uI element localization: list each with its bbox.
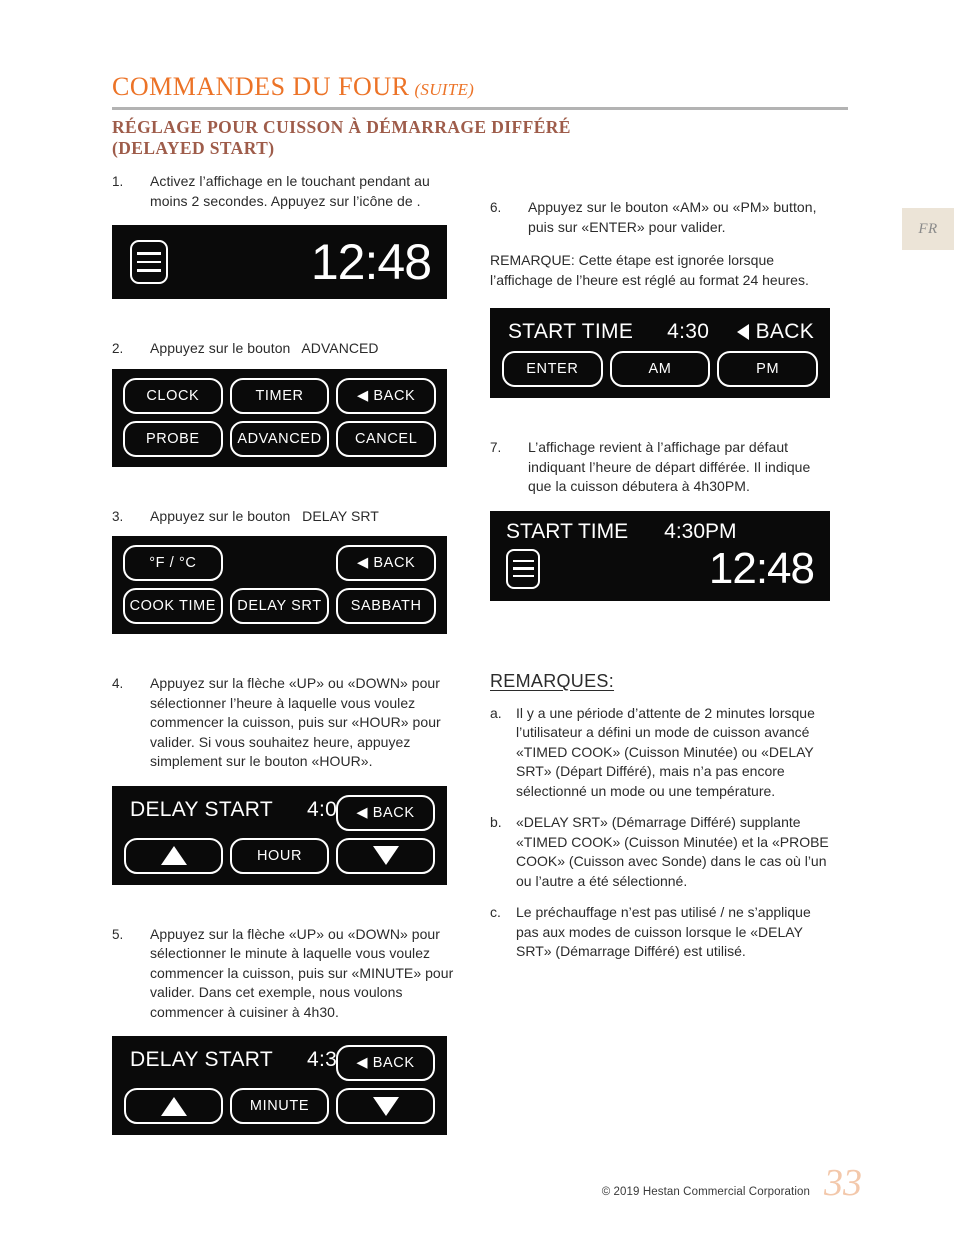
main-menu-button-grid: CLOCK TIMER ◀ BACK PROBE ADVANCED CANCEL — [123, 377, 436, 457]
button-timer[interactable]: TIMER — [229, 377, 330, 414]
arrow-down-icon — [372, 1096, 399, 1116]
remarque-letter: b. — [490, 814, 502, 830]
arrow-up-icon — [160, 1096, 187, 1116]
step-6-number: 6. — [490, 200, 502, 215]
page-title-suffix: (SUITE) — [414, 80, 475, 99]
final-start-time-value: 4:30PM — [664, 519, 737, 543]
language-tab-label: FR — [918, 220, 938, 237]
remarque-text: Le préchauffage n’est pas utilisé / ne s… — [516, 904, 811, 959]
step-1-number: 1. — [112, 174, 124, 189]
step-2: 2. Appuyez sur le bouton ADVANCED — [112, 339, 457, 359]
page-header: COMMANDES DU FOUR (SUITE) — [112, 72, 848, 110]
copyright-text: © 2019 Hestan Commercial Corporation — [601, 1186, 810, 1198]
button-cancel[interactable]: CANCEL — [336, 420, 436, 457]
button-probe[interactable]: PROBE — [123, 420, 223, 457]
step-1-text: Activez l’affichage en le touchant penda… — [150, 173, 430, 209]
step-4: 4. Appuyez sur la flèche «UP» ou «DOWN» … — [112, 674, 457, 772]
button-arrow-down[interactable] — [336, 1088, 435, 1124]
step-4-text: Appuyez sur la flèche «UP» ou «DOWN» pou… — [150, 675, 441, 769]
arrow-down-icon — [372, 846, 399, 865]
button-am[interactable]: AM — [609, 351, 711, 387]
display-delay-start-hour: DELAY START 4:00 ◀ BACK HOUR — [112, 785, 447, 885]
step-7-text: L’affichage revient à l’affichage par dé… — [528, 439, 811, 494]
clock-time: 12:48 — [708, 543, 815, 593]
button-clock[interactable]: CLOCK — [123, 377, 223, 414]
start-time-value: 4:30 — [667, 320, 710, 343]
display-main-menu: CLOCK TIMER ◀ BACK PROBE ADVANCED CANCEL — [112, 368, 447, 467]
button-advanced[interactable]: ADVANCED — [229, 420, 330, 457]
display-advanced-menu: °F / °C ◀ BACK COOK TIME DELAY SRT SABBA… — [112, 536, 447, 634]
button-cook-time[interactable]: COOK TIME — [123, 588, 223, 624]
page-title: COMMANDES DU FOUR — [112, 72, 410, 101]
display-start-time-ampm: START TIME 4:30 BACK ENTER AM PM — [490, 308, 830, 398]
step-4-number: 4. — [112, 676, 124, 691]
display-delay-start-minute: DELAY START 4:30 ◀ BACK MINUTE — [112, 1036, 447, 1135]
step-5-number: 5. — [112, 926, 124, 942]
delay-minute-button-grid: ◀ BACK MINUTE — [124, 1045, 435, 1124]
step-6-note: REMARQUE: Cette étape est ignorée lorsqu… — [490, 252, 809, 288]
display-default-clock: 12:48 — [112, 225, 447, 299]
final-start-time-label: START TIME — [506, 519, 629, 543]
remarque-item: c. Le préchauffage n’est pas utilisé / n… — [490, 903, 835, 962]
button-units-f-c[interactable]: °F / °C — [123, 545, 223, 581]
remarque-letter: c. — [490, 904, 501, 920]
arrow-left-icon — [736, 324, 749, 340]
button-arrow-down[interactable] — [336, 837, 435, 874]
step-5-text: Appuyez sur la flèche «UP» ou «DOWN» pou… — [150, 925, 454, 1020]
page-number: 33 — [824, 1162, 862, 1204]
menu-icon[interactable] — [506, 548, 540, 589]
button-back[interactable]: ◀ BACK — [336, 794, 435, 831]
delay-hour-button-grid: ◀ BACK HOUR — [124, 794, 435, 874]
remarque-item: b. «DELAY SRT» (Démarrage Différé) suppl… — [490, 813, 835, 891]
step-6-text: Appuyez sur le bouton «AM» ou «PM» butto… — [528, 199, 817, 235]
start-time-label: START TIME — [508, 320, 634, 343]
remarque-text: «DELAY SRT» (Démarrage Différé) supplant… — [516, 814, 829, 889]
button-minute[interactable]: MINUTE — [230, 1088, 329, 1124]
button-pm[interactable]: PM — [717, 351, 818, 387]
right-column: 6. Appuyez sur le bouton «AM» ou «PM» bu… — [490, 198, 835, 962]
clock-time: 12:48 — [310, 234, 432, 290]
step-6: 6. Appuyez sur le bouton «AM» ou «PM» bu… — [490, 198, 835, 237]
remarque-item: a. Il y a une période d’attente de 2 min… — [490, 704, 835, 802]
start-time-status-row: START TIME 4:30 BACK — [502, 315, 818, 351]
advanced-menu-button-grid: °F / °C ◀ BACK COOK TIME DELAY SRT SABBA… — [123, 545, 436, 624]
step-7-number: 7. — [490, 440, 502, 455]
start-time-button-grid: ENTER AM PM — [502, 351, 818, 387]
step-3-number: 3. — [112, 508, 124, 524]
button-back[interactable]: ◀ BACK — [336, 545, 436, 581]
button-hour[interactable]: HOUR — [230, 837, 329, 874]
menu-icon[interactable] — [130, 240, 168, 284]
button-sabbath[interactable]: SABBATH — [336, 588, 436, 624]
display-start-time-final: START TIME 4:30PM 12:48 — [490, 510, 830, 601]
step-3: 3. Appuyez sur le bouton DELAY SRT — [112, 507, 457, 527]
remarques-title: REMARQUES: — [490, 670, 615, 691]
step-3-text: Appuyez sur le bouton DELAY SRT — [150, 507, 379, 524]
language-tab-fr[interactable]: FR — [902, 208, 954, 250]
button-arrow-up[interactable] — [124, 837, 223, 874]
step-5: 5. Appuyez sur la flèche «UP» ou «DOWN» … — [112, 925, 457, 1023]
button-delay-srt[interactable]: DELAY SRT — [229, 588, 330, 624]
step-7: 7. L’affichage revient à l’affichage par… — [490, 438, 835, 497]
button-back[interactable]: ◀ BACK — [336, 377, 436, 414]
remarque-text: Il y a une période d’attente de 2 minute… — [516, 704, 815, 799]
back-label[interactable]: BACK — [736, 317, 814, 347]
button-arrow-up[interactable] — [124, 1088, 223, 1124]
header-divider — [112, 107, 848, 110]
button-empty-slot — [230, 545, 330, 581]
page-footer: © 2019 Hestan Commercial Corporation 33 — [0, 1162, 954, 1204]
step-2-number: 2. — [112, 341, 124, 356]
button-back[interactable]: ◀ BACK — [336, 1045, 435, 1081]
button-enter[interactable]: ENTER — [502, 351, 603, 387]
arrow-up-icon — [160, 846, 187, 865]
left-column: 1. Activez l’affichage en le touchant pe… — [112, 172, 457, 1135]
remarque-letter: a. — [490, 704, 502, 721]
step-2-text: Appuyez sur le bouton ADVANCED — [150, 340, 379, 356]
back-label-text: BACK — [755, 320, 814, 343]
step-1: 1. Activez l’affichage en le touchant pe… — [112, 172, 457, 211]
section-subtitle: RÉGLAGE POUR CUISSON À DÉMARRAGE DIFFÉRÉ… — [112, 117, 571, 158]
